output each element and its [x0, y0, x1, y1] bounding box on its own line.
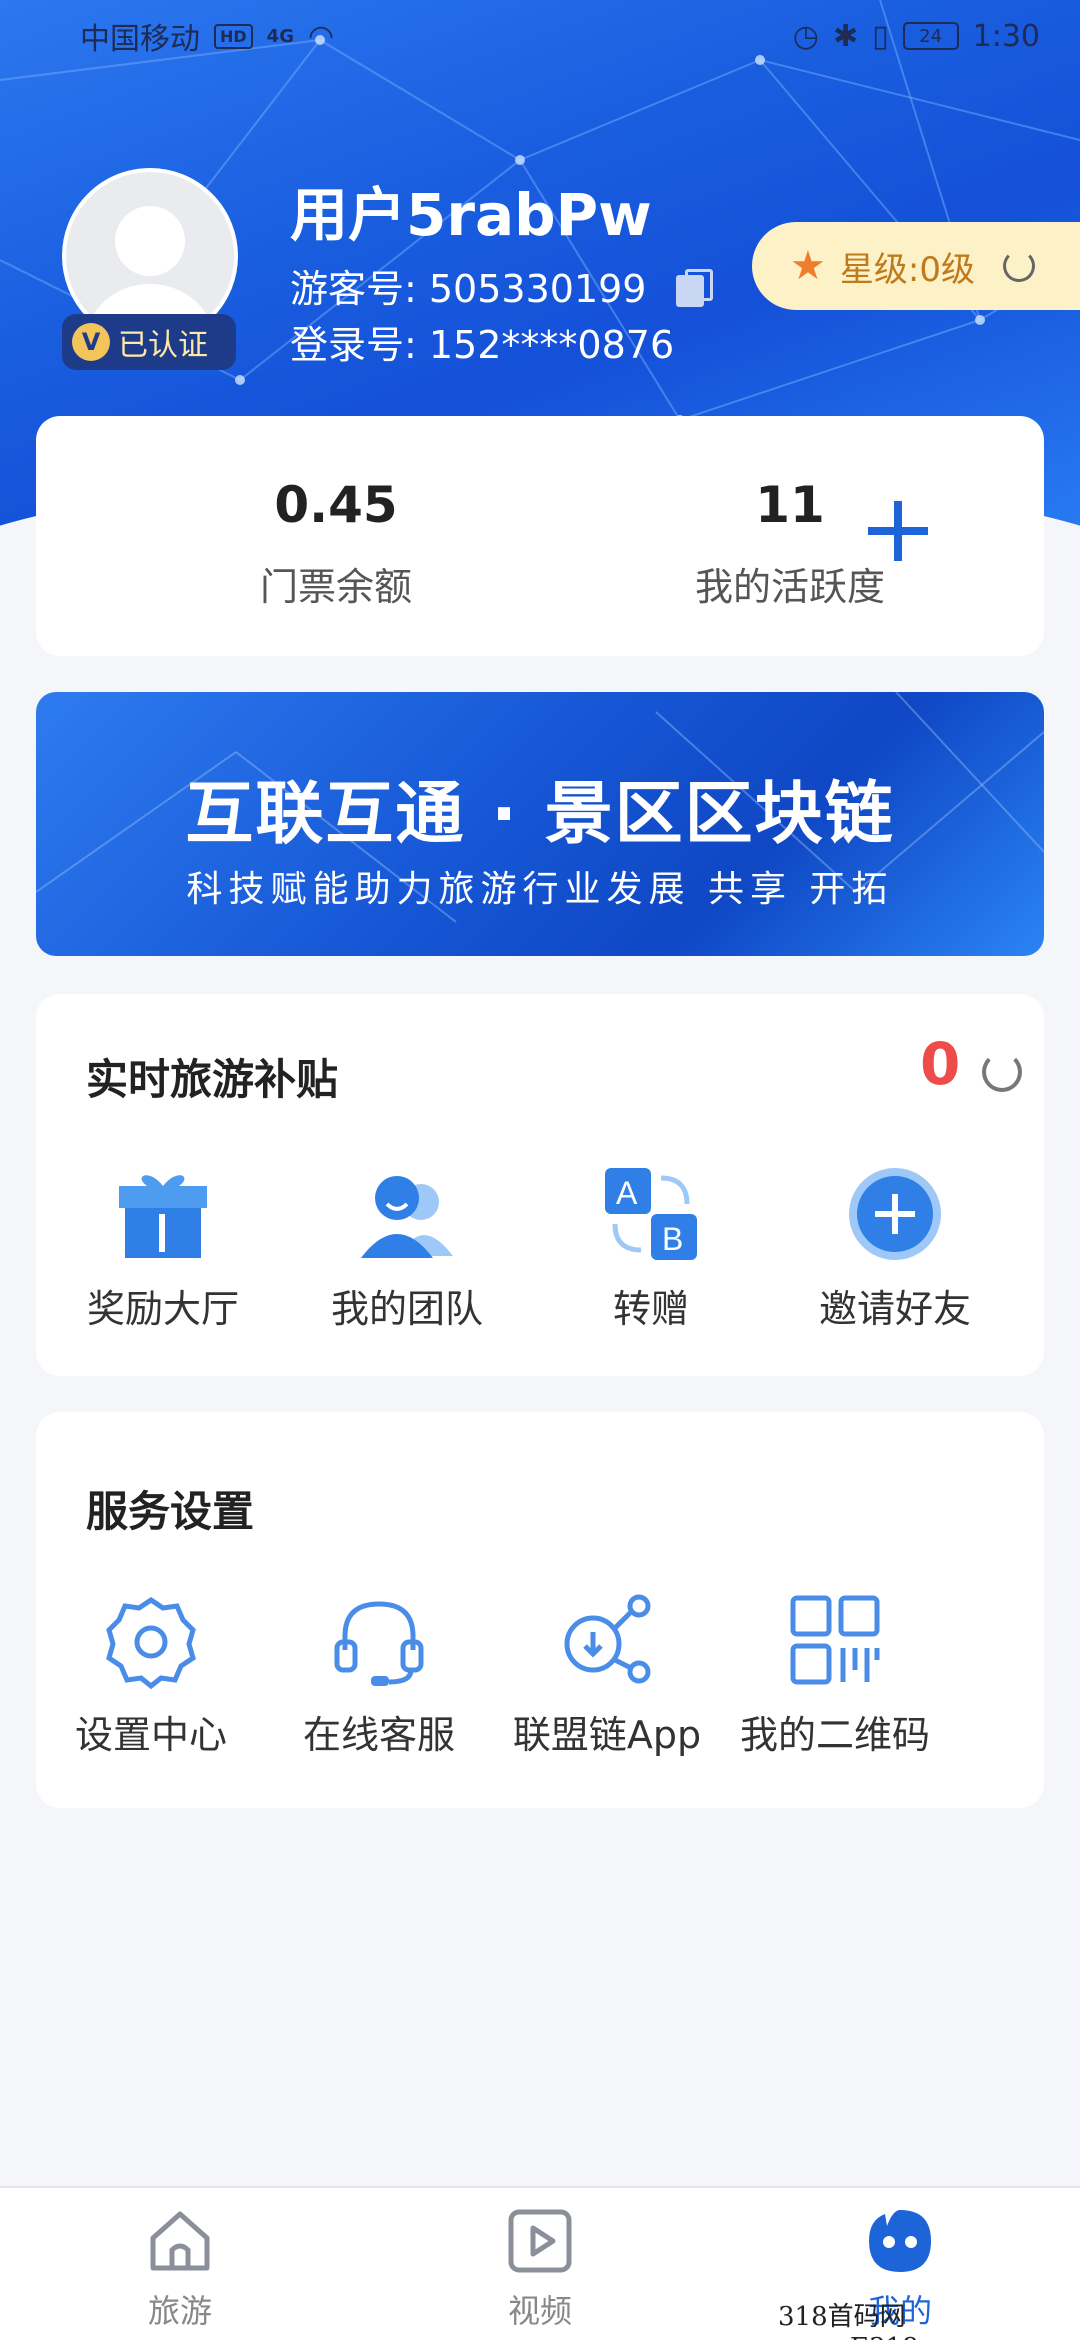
verified-badge: V 已认证 — [62, 314, 236, 370]
service-online-support[interactable]: 在线客服 — [264, 1590, 494, 1759]
star-level-label: 星级:0级 — [839, 249, 975, 290]
battery-icon: 24 — [902, 22, 959, 50]
grid-item-invite-friends[interactable]: 邀请好友 — [780, 1164, 1010, 1333]
login-number: 登录号: 152****0876 — [290, 323, 675, 367]
visitor-number: 游客号: 505330199 — [290, 267, 647, 311]
service-alliance-chain-app[interactable]: 联盟链App — [492, 1590, 722, 1759]
grid-item-label: 转赠 — [612, 1287, 689, 1331]
svg-text:A: A — [616, 1175, 638, 1211]
team-icon — [357, 1164, 457, 1264]
service-my-qrcode[interactable]: 我的二维码 — [720, 1590, 950, 1759]
subsidy-title: 实时旅游补贴 — [86, 1055, 339, 1104]
play-icon — [508, 2209, 572, 2273]
transfer-icon: A B — [601, 1164, 701, 1264]
copy-icon[interactable] — [676, 268, 714, 307]
gear-icon — [101, 1590, 201, 1690]
nav-tab-video[interactable]: 视频 — [450, 2206, 630, 2332]
carrier-label: 中国移动 — [80, 22, 200, 57]
bluetooth-icon: ✱ — [832, 18, 859, 54]
hd-badge: HD — [214, 23, 253, 49]
username: 用户5rabPw — [290, 181, 652, 249]
visitor-number-row: 游客号: 505330199 — [290, 258, 714, 313]
status-bar: 中国移动 HD 4G ◠ ◷ ✱ ▯ 24 1:30 — [0, 0, 1080, 72]
subsidy-card: 实时旅游补贴 0 奖励大厅 我的团队 A B 转赠 邀请好友 — [36, 994, 1044, 1376]
nav-label: 旅游 — [147, 2292, 212, 2330]
headset-icon — [329, 1590, 429, 1690]
nav-label: 视频 — [507, 2292, 572, 2330]
banner-subtitle: 科技赋能助力旅游行业发展 共享 开拓 — [186, 869, 894, 910]
grid-item-label: 奖励大厅 — [86, 1287, 239, 1331]
refresh-icon[interactable] — [1002, 250, 1035, 282]
login-number-row: 登录号: 152****0876 — [290, 314, 674, 369]
grid-item-label: 邀请好友 — [818, 1287, 971, 1331]
service-label: 在线客服 — [302, 1713, 455, 1757]
grid-item-reward-hall[interactable]: 奖励大厅 — [48, 1164, 278, 1333]
clock: 1:30 — [972, 18, 1040, 54]
watermark-text: 318首码网 www.E318.com — [778, 2302, 982, 2340]
grid-item-transfer[interactable]: A B 转赠 — [536, 1164, 766, 1333]
subsidy-count: 0 — [920, 1030, 961, 1098]
star-icon: ★ — [790, 243, 826, 289]
stats-card: 0.45 门票余额 11 我的活跃度 — [36, 416, 1044, 656]
invite-icon — [845, 1164, 945, 1264]
nav-tab-travel[interactable]: 旅游 — [90, 2206, 270, 2332]
grid-item-label: 我的团队 — [330, 1287, 483, 1331]
verified-label: 已认证 — [118, 328, 208, 363]
gift-icon — [113, 1164, 213, 1264]
service-label: 设置中心 — [74, 1713, 227, 1757]
services-card: 服务设置 设置中心 在线客服 联盟链App 我的二维码 — [36, 1412, 1044, 1808]
ticket-balance-label: 门票余额 — [259, 565, 412, 609]
add-activity-plus-icon[interactable] — [868, 496, 938, 566]
svg-text:B: B — [662, 1221, 683, 1257]
ticket-balance-value: 0.45 — [274, 476, 398, 534]
signal-icon: 4G — [266, 25, 294, 47]
v-icon: V — [72, 323, 110, 361]
services-title: 服务设置 — [86, 1487, 255, 1536]
refresh-icon[interactable] — [982, 1052, 1022, 1092]
service-settings-center[interactable]: 设置中心 — [36, 1590, 266, 1759]
star-level-pill[interactable]: ★ 星级:0级 — [752, 222, 1080, 310]
ticket-balance[interactable]: 0.45 门票余额 — [206, 476, 466, 611]
avatar-placeholder-head — [115, 206, 185, 276]
service-label: 联盟链App — [512, 1713, 702, 1757]
banner-title: 互联互通 · 景区区块链 — [185, 775, 895, 854]
promo-banner[interactable]: 互联互通 · 景区区块链 科技赋能助力旅游行业发展 共享 开拓 — [36, 692, 1044, 956]
wifi-icon: ◠ — [307, 18, 335, 54]
home-icon — [150, 2211, 210, 2271]
grid-item-my-team[interactable]: 我的团队 — [292, 1164, 522, 1333]
alarm-icon: ◷ — [792, 18, 819, 54]
profile-face-icon — [869, 2210, 931, 2272]
share-download-icon — [557, 1590, 657, 1690]
service-label: 我的二维码 — [739, 1713, 930, 1757]
qrcode-icon — [785, 1590, 885, 1690]
vibrate-icon: ▯ — [872, 18, 889, 54]
